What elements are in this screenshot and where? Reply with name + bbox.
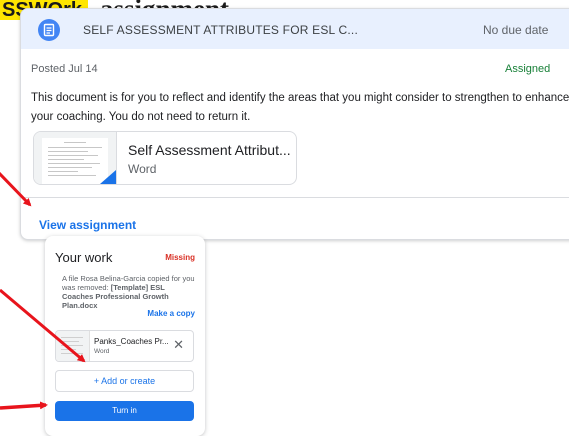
assignment-status: Assigned [505, 63, 551, 75]
attachment-type: Word [128, 162, 157, 176]
attachment-card[interactable]: Self Assessment Attribut... Word [33, 131, 297, 185]
file-type: Word [94, 348, 110, 355]
assignment-title: SELF ASSESSMENT ATTRIBUTES FOR ESL C... [83, 23, 358, 37]
file-name: Panks_Coaches Pr... [94, 337, 169, 346]
your-work-title: Your work [55, 250, 113, 265]
due-date: No due date [483, 23, 549, 37]
attachment-title: Self Assessment Attribut... [128, 142, 291, 158]
view-assignment-link[interactable]: View assignment [39, 218, 136, 232]
document-icon [38, 19, 60, 41]
add-or-create-button[interactable]: + Add or create [55, 370, 194, 392]
assignment-description: This document is for you to reflect and … [31, 92, 569, 123]
turn-in-button[interactable]: Turn in [55, 401, 194, 421]
close-icon[interactable]: ✕ [173, 338, 184, 352]
your-work-panel: Your work Missing A file Rosa Belina-Gar… [45, 236, 205, 436]
assignment-header[interactable]: SELF ASSESSMENT ATTRIBUTES FOR ESL C... … [21, 9, 569, 49]
assignment-card: SELF ASSESSMENT ATTRIBUTES FOR ESL C... … [20, 8, 569, 240]
submitted-file-card[interactable]: Panks_Coaches Pr... Word ✕ [55, 330, 194, 362]
posted-date: Posted Jul 14 [31, 63, 98, 75]
removed-file-notice: A file Rosa Belina-Garcia copied for you… [62, 274, 198, 310]
divider [21, 197, 569, 198]
word-corner-icon [100, 170, 116, 184]
attachment-thumbnail [34, 132, 117, 184]
arrow-to-turn-in [0, 401, 48, 410]
file-thumbnail [56, 331, 90, 361]
missing-status-badge: Missing [165, 253, 195, 262]
make-a-copy-button[interactable]: Make a copy [147, 309, 195, 318]
